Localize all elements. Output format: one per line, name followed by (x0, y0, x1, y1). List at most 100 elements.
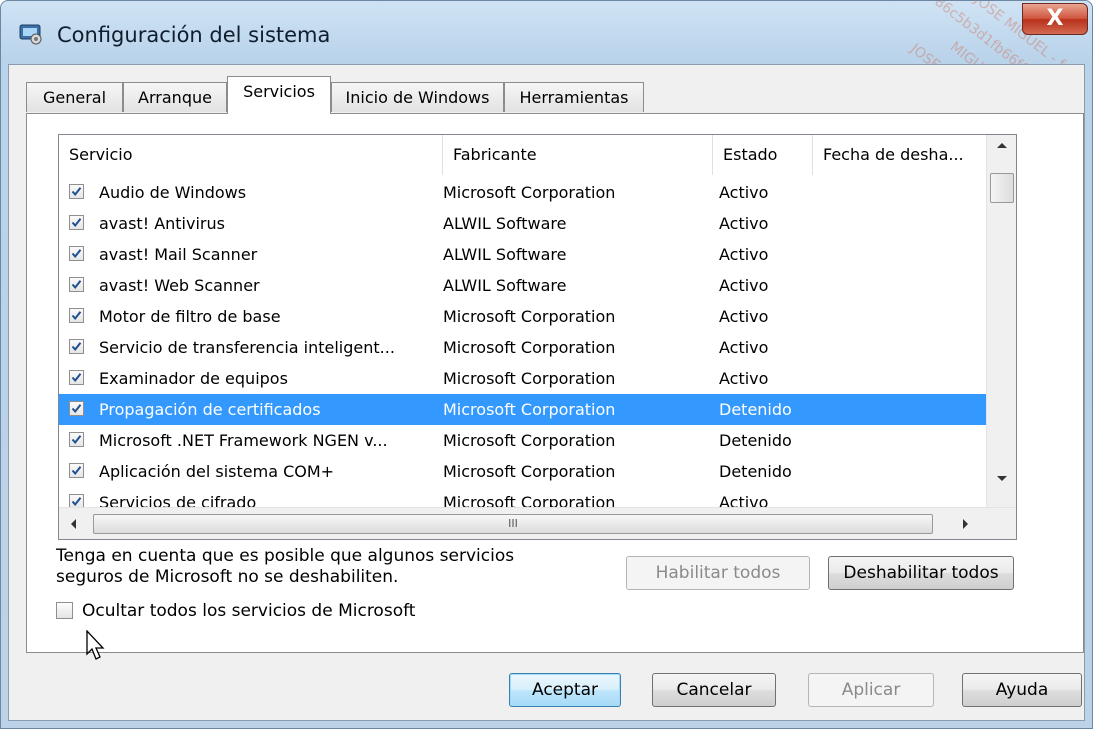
checkmark-icon (71, 466, 82, 476)
table-row[interactable]: avast! Web Scanner ALWIL Software Activo (59, 270, 986, 301)
service-name-cell: avast! Web Scanner (99, 276, 260, 295)
table-row[interactable]: Examinador de equipos Microsoft Corporati… (59, 363, 986, 394)
status-cell: Activo (719, 214, 769, 233)
checkmark-icon (71, 342, 82, 352)
disable-date-cell (819, 456, 979, 487)
help-button[interactable]: Ayuda (962, 673, 1082, 707)
close-icon: X (1046, 6, 1064, 31)
service-checkbox[interactable] (69, 370, 84, 385)
status-cell: Activo (719, 338, 769, 357)
vertical-scrollbar[interactable] (986, 135, 1016, 507)
checkmark-icon (71, 373, 82, 383)
column-header-servicio[interactable]: Servicio (59, 135, 443, 175)
service-checkbox[interactable] (69, 339, 84, 354)
table-row[interactable]: Audio de Windows Microsoft Corporation Act… (59, 177, 986, 208)
status-cell: Activo (719, 307, 769, 326)
list-rows: Audio de Windows Microsoft Corporation Act… (59, 177, 986, 518)
disable-date-cell (819, 363, 979, 394)
scroll-up-icon[interactable] (996, 141, 1008, 149)
service-checkbox[interactable] (69, 308, 84, 323)
horizontal-scroll-thumb[interactable]: III (93, 514, 933, 534)
status-cell: Activo (719, 183, 769, 202)
status-cell: Detenido (719, 400, 792, 419)
close-button[interactable]: X (1022, 3, 1088, 35)
horizontal-scrollbar[interactable]: III (59, 507, 1016, 539)
table-row[interactable]: Motor de filtro de base Microsoft Corpora… (59, 301, 986, 332)
note-text: Tenga en cuenta que es posible que algun… (56, 546, 515, 587)
manufacturer-cell: Microsoft Corporation (443, 307, 616, 326)
column-header-fabricante[interactable]: Fabricante (443, 135, 713, 175)
manufacturer-cell: Microsoft Corporation (443, 431, 616, 450)
vertical-scroll-thumb[interactable] (990, 173, 1014, 203)
tab-herramientas[interactable]: Herramientas (504, 82, 644, 112)
service-name-cell: Examinador de equipos (99, 369, 288, 388)
checkmark-icon (71, 311, 82, 321)
table-row[interactable]: avast! Mail Scanner ALWIL Software Activo (59, 239, 986, 270)
tab-servicios[interactable]: Servicios (227, 76, 331, 114)
status-cell: Detenido (719, 462, 792, 481)
manufacturer-cell: Microsoft Corporation (443, 183, 616, 202)
status-cell: Activo (719, 276, 769, 295)
disable-date-cell (819, 425, 979, 456)
service-name-cell: Microsoft .NET Framework NGEN v... (99, 431, 388, 450)
service-checkbox[interactable] (69, 215, 84, 230)
service-checkbox[interactable] (69, 246, 84, 261)
manufacturer-cell: Microsoft Corporation (443, 400, 616, 419)
scroll-right-icon[interactable] (962, 518, 970, 530)
list-header: Servicio Fabricante Estado Fecha de desh… (59, 135, 986, 175)
services-list[interactable]: Servicio Fabricante Estado Fecha de desh… (58, 134, 1017, 540)
column-header-fecha[interactable]: Fecha de desha... (813, 135, 986, 175)
checkmark-icon (71, 187, 82, 197)
table-row[interactable]: avast! Antivirus ALWIL Software Activo (59, 208, 986, 239)
table-row[interactable]: Servicio de transferencia inteligent... M… (59, 332, 986, 363)
tab-arranque[interactable]: Arranque (123, 82, 227, 112)
service-name-cell: Servicio de transferencia inteligent... (99, 338, 395, 357)
table-row[interactable]: Propagación de certificados Microsoft Cor… (59, 394, 986, 425)
service-checkbox[interactable] (69, 184, 84, 199)
service-name-cell: Motor de filtro de base (99, 307, 281, 326)
status-cell: Activo (719, 369, 769, 388)
service-checkbox[interactable] (69, 401, 84, 416)
service-checkbox[interactable] (69, 432, 84, 447)
disable-date-cell (819, 239, 979, 270)
checkmark-icon (71, 497, 82, 507)
manufacturer-cell: Microsoft Corporation (443, 369, 616, 388)
column-header-estado[interactable]: Estado (713, 135, 813, 175)
manufacturer-cell: Microsoft Corporation (443, 462, 616, 481)
table-row[interactable]: Aplicación del sistema COM+ Microsoft Cor… (59, 456, 986, 487)
checkmark-icon (71, 435, 82, 445)
cancel-button[interactable]: Cancelar (652, 673, 776, 707)
disable-date-cell (819, 270, 979, 301)
scroll-left-icon[interactable] (69, 518, 77, 530)
checkmark-icon (71, 404, 82, 414)
service-name-cell: Aplicación del sistema COM+ (99, 462, 335, 481)
table-row[interactable]: Microsoft .NET Framework NGEN v... Micros… (59, 425, 986, 456)
disable-date-cell (819, 394, 979, 425)
enable-all-button[interactable]: Habilitar todos (626, 556, 810, 590)
title-bar[interactable]: Configuración del sistema (1, 1, 1092, 65)
manufacturer-cell: ALWIL Software (443, 214, 567, 233)
hide-microsoft-label[interactable]: Ocultar todos los servicios de Microsoft (82, 600, 415, 622)
disable-date-cell (819, 301, 979, 332)
disable-date-cell (819, 177, 979, 208)
hide-microsoft-checkbox-box[interactable] (56, 602, 73, 619)
disable-all-button[interactable]: Deshabilitar todos (828, 556, 1014, 590)
service-name-cell: avast! Mail Scanner (99, 245, 258, 264)
window-title: Configuración del sistema (57, 23, 331, 47)
service-checkbox[interactable] (69, 463, 84, 478)
service-name-cell: avast! Antivirus (99, 214, 225, 233)
service-checkbox[interactable] (69, 277, 84, 292)
apply-button[interactable]: Aplicar (808, 673, 934, 707)
ok-button[interactable]: Aceptar (509, 673, 621, 707)
status-cell: Activo (719, 245, 769, 264)
service-name-cell: Propagación de certificados (99, 400, 321, 419)
tab-general[interactable]: General (26, 82, 123, 112)
manufacturer-cell: ALWIL Software (443, 245, 567, 264)
checkmark-icon (71, 218, 82, 228)
scroll-down-icon[interactable] (996, 475, 1008, 483)
mouse-cursor-icon (86, 630, 105, 660)
system-config-icon (19, 24, 42, 45)
disable-date-cell (819, 332, 979, 363)
checkmark-icon (71, 280, 82, 290)
tab-inicio-de-windows[interactable]: Inicio de Windows (331, 82, 504, 112)
